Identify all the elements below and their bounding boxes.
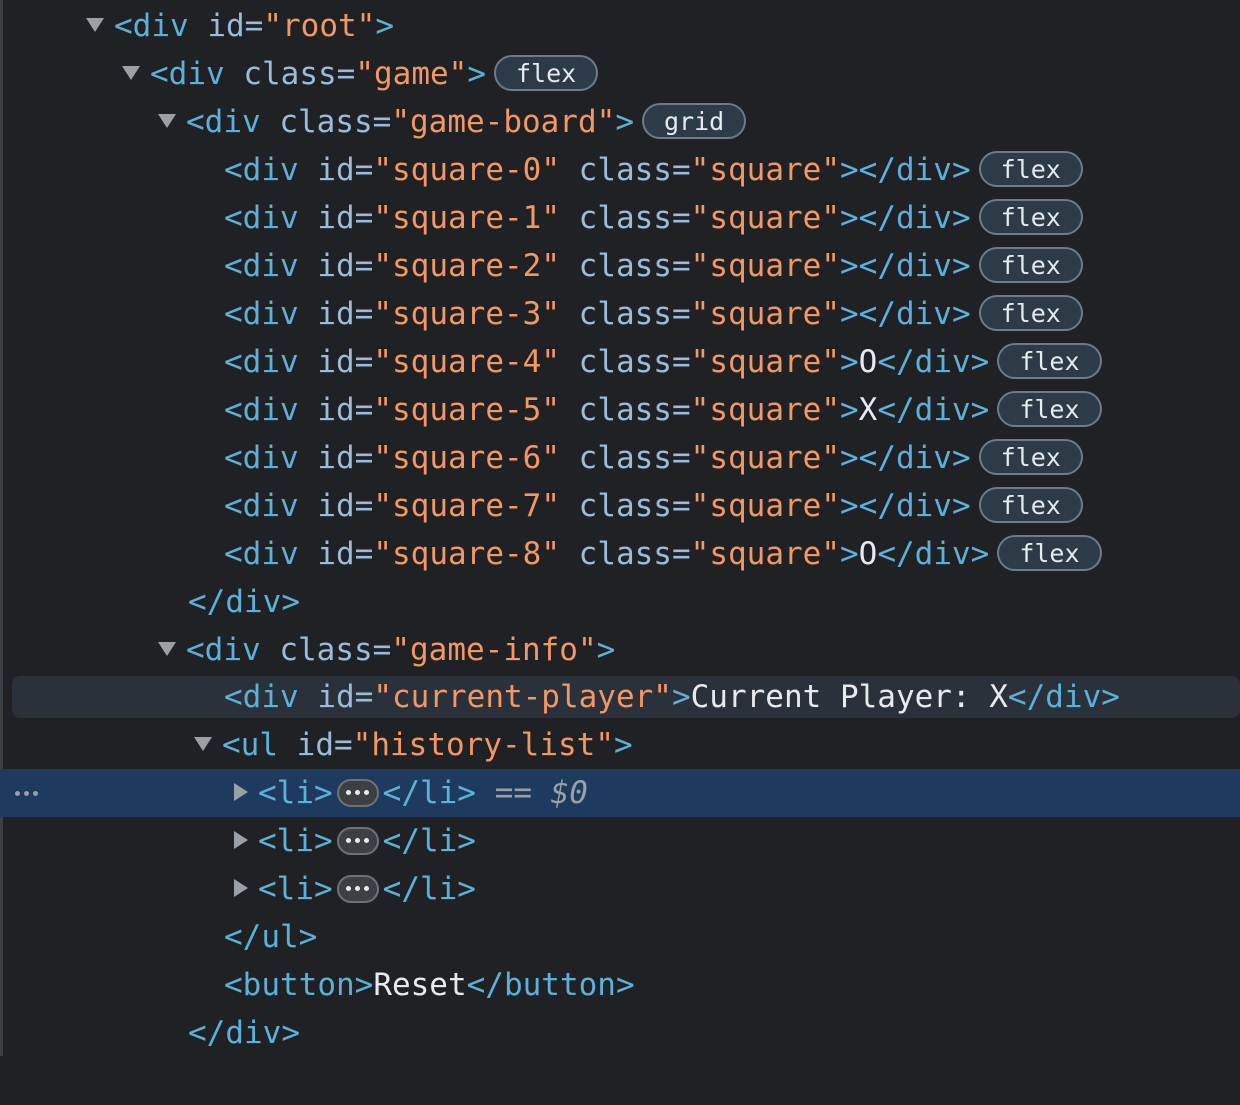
- node-square-0[interactable]: <div id="square-0" class="square"></div>…: [0, 146, 1240, 194]
- node-square-4[interactable]: <div id="square-4" class="square">O</div…: [0, 338, 1240, 386]
- node-game-info[interactable]: <div class="game-info">: [0, 626, 1240, 674]
- flex-badge[interactable]: flex: [978, 246, 1083, 283]
- node-game-board-close[interactable]: </div>: [0, 578, 1240, 626]
- expand-triangle-icon[interactable]: [158, 641, 176, 656]
- flex-badge[interactable]: flex: [997, 534, 1102, 571]
- reset-button-text: Reset: [373, 967, 467, 1003]
- flex-badge[interactable]: flex: [978, 150, 1083, 187]
- selected-node-marker: == $0: [494, 775, 588, 811]
- expand-ellipsis-icon[interactable]: [336, 778, 379, 807]
- collapse-triangle-icon[interactable]: [234, 830, 248, 849]
- attr-value: root: [282, 8, 357, 44]
- flex-badge[interactable]: flex: [978, 438, 1083, 475]
- node-history-item[interactable]: <li> </li>: [0, 865, 1240, 913]
- expand-ellipsis-icon[interactable]: [336, 826, 379, 855]
- flex-badge[interactable]: flex: [494, 54, 599, 91]
- node-history-list-close[interactable]: </ul>: [0, 913, 1240, 961]
- node-history-item-selected[interactable]: <li> </li> == $0: [0, 769, 1240, 817]
- node-game-info-close[interactable]: </div>: [0, 1009, 1240, 1057]
- node-square-2[interactable]: <div id="square-2" class="square"></div>…: [0, 242, 1240, 290]
- more-options-icon[interactable]: [12, 769, 42, 817]
- collapse-triangle-icon[interactable]: [234, 878, 248, 897]
- expand-triangle-icon[interactable]: [122, 65, 140, 80]
- node-square-6[interactable]: <div id="square-6" class="square"></div>…: [0, 434, 1240, 482]
- node-square-1[interactable]: <div id="square-1" class="square"></div>…: [0, 194, 1240, 242]
- expand-triangle-icon[interactable]: [194, 736, 212, 751]
- collapse-triangle-icon[interactable]: [234, 782, 248, 801]
- node-square-5[interactable]: <div id="square-5" class="square">X</div…: [0, 386, 1240, 434]
- attr-name: id: [207, 8, 245, 44]
- node-square-3[interactable]: <div id="square-3" class="square"></div>…: [0, 290, 1240, 338]
- expand-triangle-icon[interactable]: [158, 113, 176, 128]
- flex-badge[interactable]: flex: [978, 294, 1083, 331]
- node-square-7[interactable]: <div id="square-7" class="square"></div>…: [0, 482, 1240, 530]
- flex-badge[interactable]: flex: [997, 342, 1102, 379]
- node-history-item[interactable]: <li> </li>: [0, 817, 1240, 865]
- grid-badge[interactable]: grid: [641, 102, 747, 139]
- node-reset-button[interactable]: <button>Reset</button>: [0, 961, 1240, 1009]
- node-root[interactable]: <div id="root">: [0, 2, 1240, 50]
- node-game[interactable]: <div class="game"> flex: [0, 50, 1240, 98]
- current-player-text: Current Player: X: [690, 679, 1008, 715]
- node-current-player[interactable]: <div id="current-player">Current Player:…: [0, 673, 1240, 721]
- node-history-list[interactable]: <ul id="history-list">: [0, 721, 1240, 769]
- node-square-8[interactable]: <div id="square-8" class="square">O</div…: [0, 530, 1240, 578]
- flex-badge[interactable]: flex: [978, 198, 1083, 235]
- flex-badge[interactable]: flex: [997, 390, 1102, 427]
- tag-open: <div: [114, 8, 189, 44]
- flex-badge[interactable]: flex: [978, 486, 1083, 523]
- expand-ellipsis-icon[interactable]: [336, 874, 379, 903]
- expand-triangle-icon[interactable]: [86, 17, 104, 32]
- node-game-board[interactable]: <div class="game-board"> grid: [0, 98, 1240, 146]
